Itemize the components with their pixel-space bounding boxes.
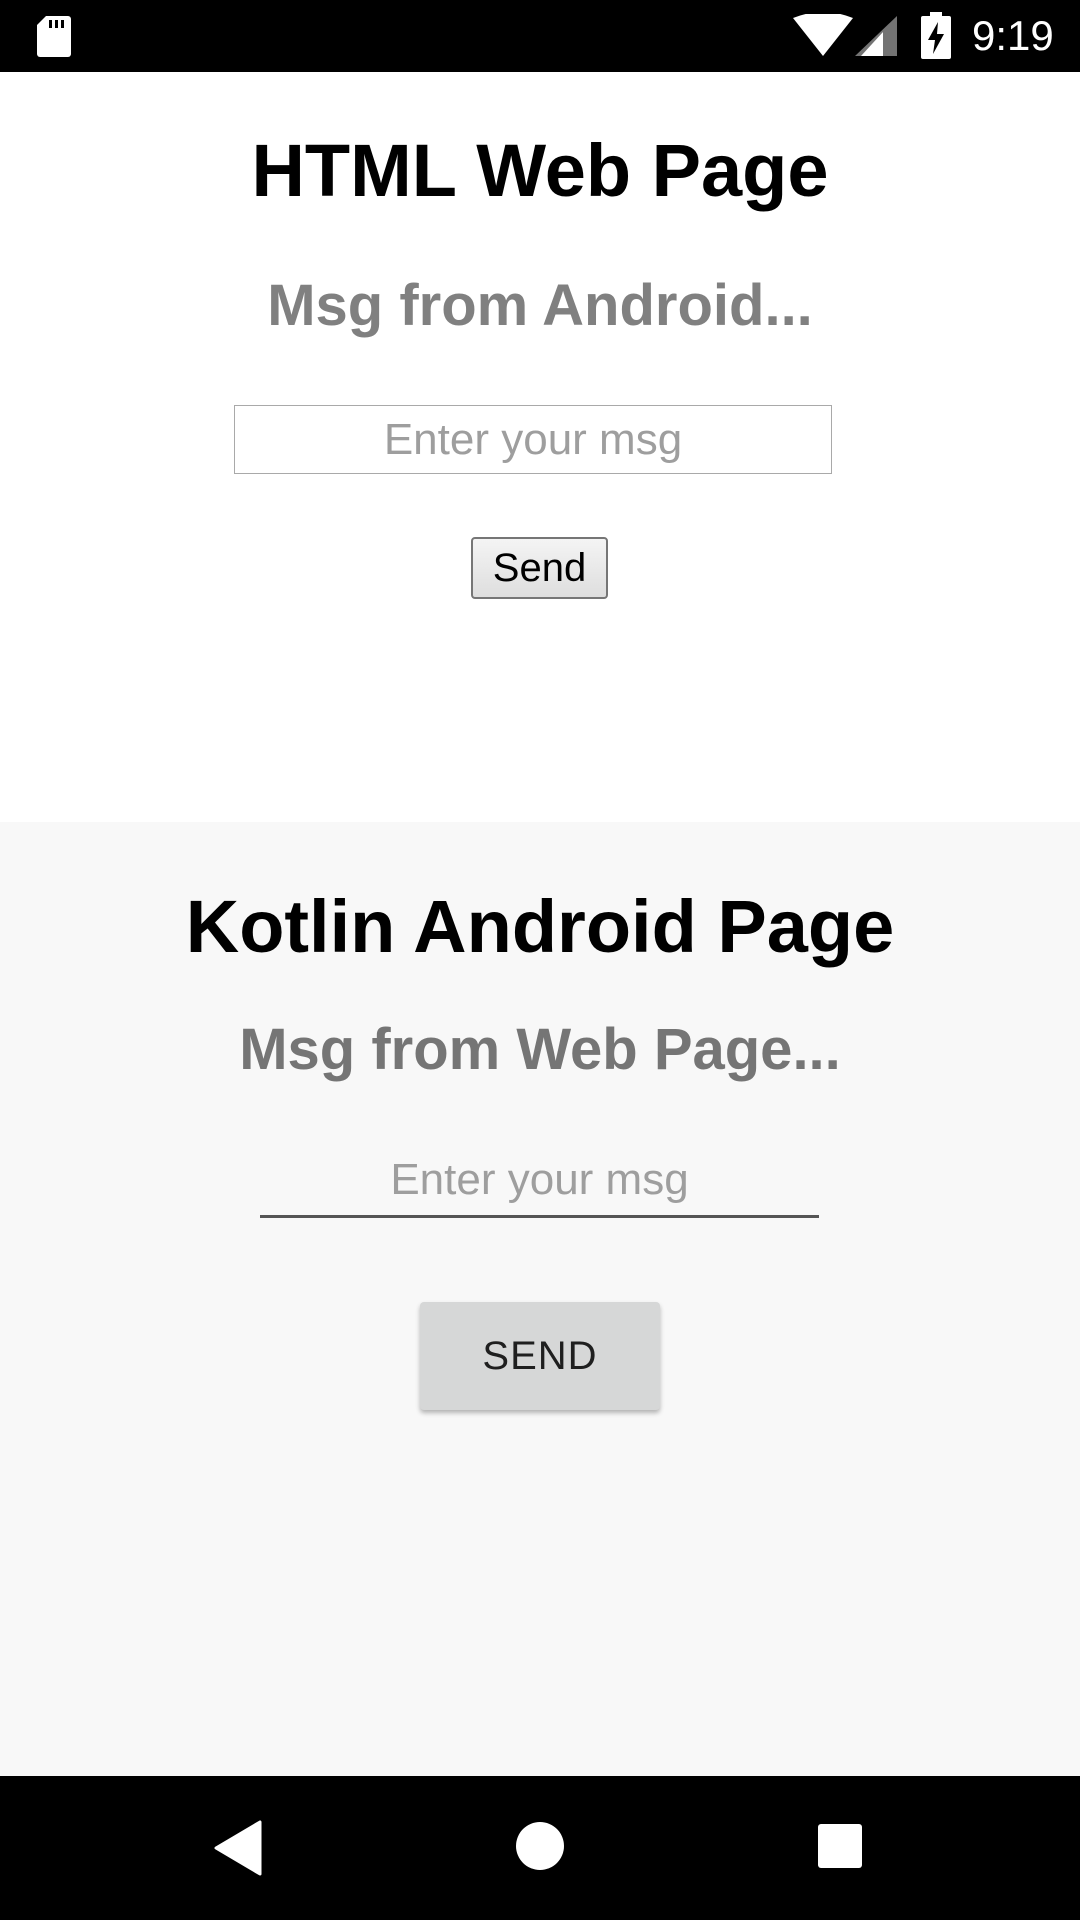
- signal-icon: [855, 16, 897, 56]
- web-message-input[interactable]: [234, 405, 832, 474]
- android-message-input[interactable]: [260, 1152, 819, 1218]
- android-send-button[interactable]: SEND: [420, 1302, 660, 1410]
- recents-icon[interactable]: [816, 1822, 864, 1870]
- battery-charging-icon: [921, 12, 951, 59]
- web-send-button[interactable]: Send: [471, 537, 608, 599]
- status-bar: 9:19: [0, 0, 1080, 72]
- sd-card-icon: [37, 16, 71, 57]
- navigation-bar: [0, 1776, 1080, 1920]
- web-page-title: HTML Web Page: [251, 129, 829, 212]
- webview-section: HTML Web Page Msg from Android... Send: [0, 72, 1080, 822]
- back-icon[interactable]: [212, 1820, 264, 1876]
- web-message-label: Msg from Android...: [267, 273, 813, 338]
- wifi-icon: [793, 14, 853, 56]
- clock: 9:19: [972, 12, 1054, 59]
- android-page-title: Kotlin Android Page: [185, 885, 895, 968]
- home-icon[interactable]: [514, 1820, 566, 1872]
- android-section: Kotlin Android Page Msg from Web Page...…: [0, 822, 1080, 1776]
- android-message-label: Msg from Web Page...: [239, 1017, 841, 1082]
